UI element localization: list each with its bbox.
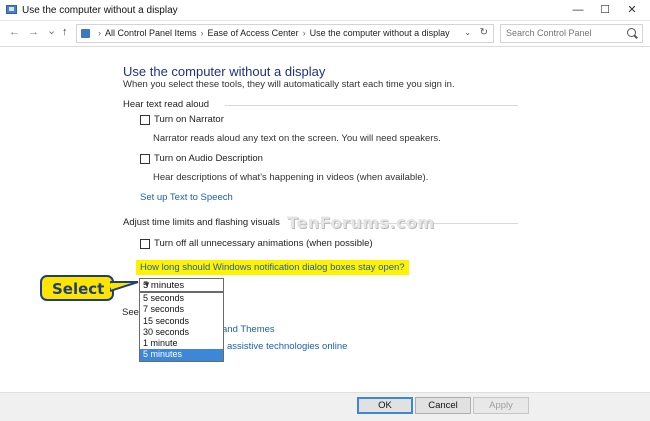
refresh-icon[interactable]: ↻	[480, 27, 488, 38]
see-also-label: See	[122, 307, 139, 318]
back-icon[interactable]: ←	[9, 26, 20, 38]
section-divider	[225, 105, 518, 106]
breadcrumb-separator-icon: ›	[98, 28, 101, 38]
option-1-minute[interactable]: 1 minute	[140, 338, 223, 349]
audio-description-desc: Hear descriptions of what's happening in…	[153, 172, 429, 183]
option-5-minutes[interactable]: 5 minutes	[140, 349, 223, 361]
up-icon[interactable]: ↑	[62, 26, 68, 38]
page-subtitle: When you select these tools, they will a…	[123, 79, 455, 90]
narrator-checkbox[interactable]	[140, 115, 150, 125]
narrator-label[interactable]: Turn on Narrator	[154, 114, 224, 125]
notification-duration-question: How long should Windows notification dia…	[136, 260, 409, 275]
address-field[interactable]: › All Control Panel Items › Ease of Access …	[76, 24, 494, 43]
breadcrumb-separator-icon: ›	[302, 28, 306, 38]
dialog-footer: OK Cancel Apply	[0, 392, 650, 421]
callout-bubble: Select	[40, 275, 114, 301]
chevron-down-icon: ▼	[143, 280, 151, 289]
control-panel-crumb-icon	[81, 29, 90, 38]
option-15-seconds[interactable]: 15 seconds	[140, 316, 223, 327]
cancel-button[interactable]: Cancel	[415, 397, 471, 414]
search-icon[interactable]	[627, 28, 636, 37]
breadcrumb-current-page[interactable]: Use the computer without a display	[310, 28, 450, 38]
animations-checkbox[interactable]	[140, 239, 150, 249]
assistive-tech-link[interactable]: assistive technologies online	[227, 341, 347, 352]
address-bar: ← → ⌄ ↑ › All Control Panel Items › Ease of…	[0, 21, 650, 47]
animations-label[interactable]: Turn off all unnecessary animations (whe…	[154, 238, 373, 249]
ok-button[interactable]: OK	[357, 397, 413, 414]
section-hear-text-label: Hear text read aloud	[123, 99, 210, 110]
control-panel-icon	[6, 5, 17, 14]
narrator-description: Narrator reads aloud any text on the scr…	[153, 133, 441, 144]
notification-duration-options[interactable]: 5 seconds 7 seconds 15 seconds 30 second…	[139, 292, 224, 362]
window-title: Use the computer without a display	[22, 5, 178, 16]
breadcrumb-separator-icon: ›	[200, 28, 204, 38]
recent-locations-icon[interactable]: ⌄	[47, 24, 56, 37]
notification-duration-select[interactable]: 5 minutes ▼	[139, 278, 224, 292]
callout-label: Select	[52, 280, 105, 298]
breadcrumb-all-items[interactable]: All Control Panel Items	[105, 28, 197, 38]
search-box[interactable]	[500, 24, 643, 43]
text-to-speech-link[interactable]: Set up Text to Speech	[140, 192, 233, 203]
option-5-seconds[interactable]: 5 seconds	[140, 293, 223, 304]
title-bar: Use the computer without a display — ☐ ✕	[0, 0, 650, 21]
audio-description-checkbox[interactable]	[140, 154, 150, 164]
search-input[interactable]	[501, 25, 619, 41]
maximize-button[interactable]: ☐	[592, 0, 618, 20]
forward-icon[interactable]: →	[28, 26, 39, 38]
select-callout: Select	[40, 275, 139, 301]
audio-description-label[interactable]: Turn on Audio Description	[154, 153, 263, 164]
option-7-seconds[interactable]: 7 seconds	[140, 304, 223, 315]
minimize-button[interactable]: —	[565, 0, 591, 20]
page-title: Use the computer without a display	[123, 64, 326, 79]
section-time-limits-label: Adjust time limits and flashing visuals	[123, 217, 280, 228]
callout-arrow-icon	[110, 281, 139, 293]
close-button[interactable]: ✕	[619, 0, 645, 20]
breadcrumb: › All Control Panel Items › Ease of Access …	[94, 28, 450, 38]
option-30-seconds[interactable]: 30 seconds	[140, 327, 223, 338]
watermark: TenForums.com	[287, 213, 435, 232]
address-dropdown-icon[interactable]: ⌄	[464, 28, 471, 37]
apply-button[interactable]: Apply	[473, 397, 529, 414]
breadcrumb-ease-of-access[interactable]: Ease of Access Center	[208, 28, 299, 38]
personalization-link[interactable]: and Themes	[222, 324, 275, 335]
